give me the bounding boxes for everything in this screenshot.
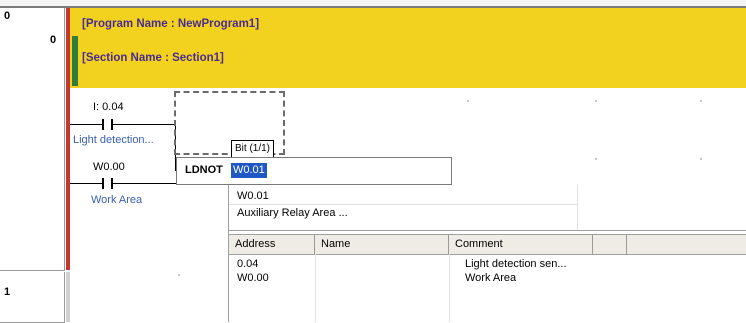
grid-dot — [700, 158, 702, 160]
row-comment: Work Area — [465, 272, 517, 284]
col-divider — [449, 254, 450, 322]
contact-2-comment: Work Area — [91, 194, 143, 206]
column-header-address[interactable]: Address — [229, 235, 315, 254]
grid-dot — [178, 274, 180, 276]
column-header-name[interactable]: Name — [315, 235, 449, 254]
selected-suggestion[interactable]: W0.01 Auxiliary Relay Area ... — [229, 185, 746, 231]
rung-0-step-label: 0 — [4, 10, 11, 22]
bit-tooltip: Bit (1/1) — [231, 140, 275, 158]
row-address: W0.00 — [237, 272, 269, 284]
contact-1-comment: Light detection... — [73, 134, 154, 146]
column-header-comment[interactable]: Comment — [449, 235, 593, 254]
contact-1-address: I: 0.04 — [93, 101, 124, 113]
row-divider — [229, 204, 577, 205]
grid-dot — [595, 100, 597, 102]
rung-0-cell[interactable]: 0 0 — [0, 8, 65, 271]
selected-address: W0.01 — [237, 190, 269, 202]
symbol-table-header: Address Name Comment — [229, 234, 746, 255]
section-name-label: [Section Name : Section1] — [82, 52, 224, 64]
rung-number-column: 0 0 1 — [0, 8, 66, 323]
rung-1-cell[interactable]: 1 — [0, 272, 65, 323]
operand-suggestion-list[interactable]: W0.01 Auxiliary Relay Area ... Address N… — [228, 185, 746, 322]
rung-1-number: 1 — [4, 286, 11, 298]
left-power-rail-rung1 — [66, 272, 70, 322]
instruction-edit-box[interactable]: LDNOT W0.01 — [176, 157, 452, 185]
contact-2-address: W0.00 — [93, 161, 125, 173]
grid-dot — [700, 100, 702, 102]
operand-input[interactable]: W0.01 — [231, 163, 267, 178]
row-address: 0.04 — [237, 258, 259, 270]
selected-area: Auxiliary Relay Area ... — [237, 207, 348, 219]
grid-dot — [467, 100, 469, 102]
instruction-mnemonic: LDNOT — [185, 164, 223, 176]
col-divider — [315, 254, 316, 322]
row-comment: Light detection sen... — [465, 258, 567, 270]
col-divider — [577, 185, 578, 230]
grid-dot — [595, 158, 597, 160]
program-comment-banner[interactable]: [Program Name : NewProgram1] [Section Na… — [70, 8, 746, 88]
column-header-extra[interactable] — [593, 235, 627, 254]
section-marker — [72, 36, 78, 86]
program-name-label: [Program Name : NewProgram1] — [82, 18, 260, 30]
rung-0-number: 0 — [50, 34, 57, 46]
